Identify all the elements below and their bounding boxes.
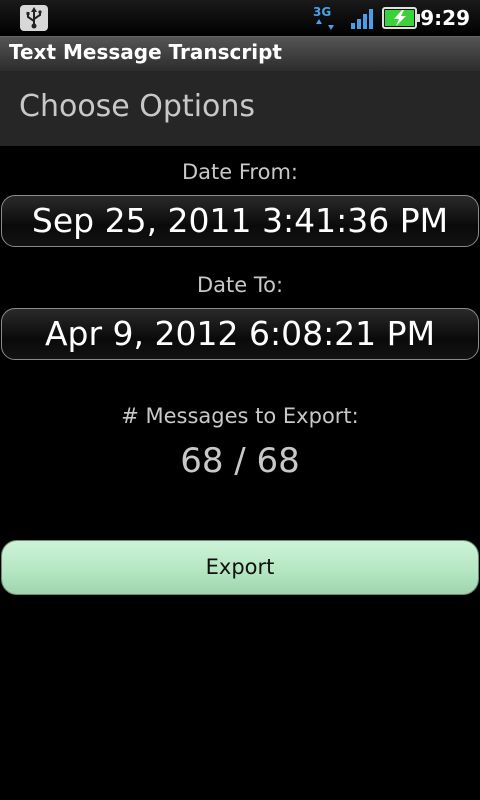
messages-count-value: 68 / 68 bbox=[180, 441, 300, 481]
app-title: Text Message Transcript bbox=[9, 40, 282, 64]
date-to-button[interactable]: Apr 9, 2012 6:08:21 PM bbox=[1, 308, 479, 360]
status-time: 9:29 bbox=[420, 6, 470, 30]
date-to-label: Date To: bbox=[196, 273, 284, 297]
date-from-label: Date From: bbox=[182, 160, 298, 184]
3g-data-icon: 3G bbox=[312, 4, 340, 32]
battery-charging-icon bbox=[382, 7, 422, 29]
app-title-bar: Text Message Transcript bbox=[0, 36, 480, 71]
signal-strength-icon bbox=[350, 8, 376, 30]
export-button[interactable]: Export bbox=[1, 540, 479, 595]
network-type-label: 3G bbox=[313, 5, 331, 19]
section-header: Choose Options bbox=[0, 71, 480, 146]
status-bar: 3G 9:29 bbox=[0, 0, 480, 36]
date-from-button[interactable]: Sep 25, 2011 3:41:36 PM bbox=[1, 195, 479, 247]
messages-count-label: # Messages to Export: bbox=[121, 404, 359, 428]
page-title: Choose Options bbox=[19, 89, 256, 124]
usb-icon bbox=[20, 5, 48, 31]
